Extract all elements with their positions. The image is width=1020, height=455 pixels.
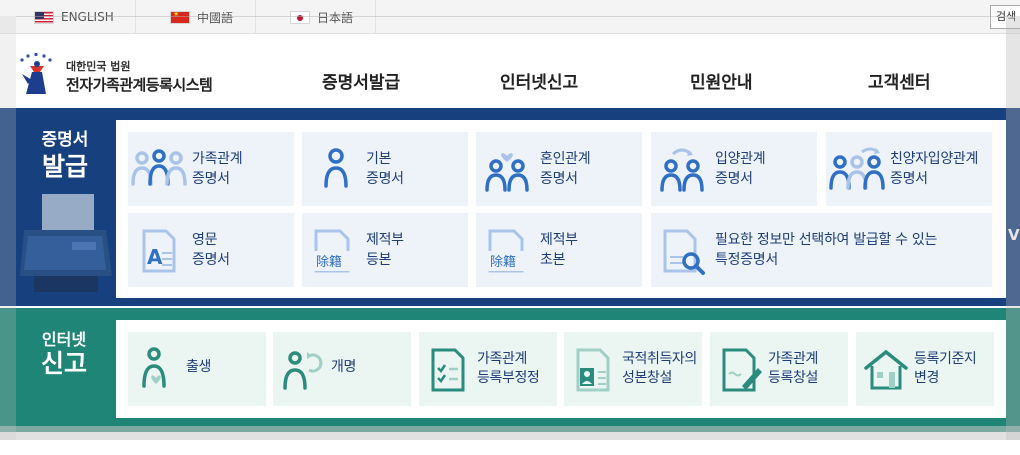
english-certificate-tile[interactable]: A 영문 증명서 <box>128 213 294 287</box>
tile-label: 친양자입양관계 증명서 <box>890 150 979 187</box>
rename-report-tile[interactable]: 개명 <box>273 332 411 406</box>
family-adoption-icon <box>829 147 885 190</box>
overlay-edge <box>0 16 16 440</box>
nav-civil-guide[interactable]: 민원안내 <box>690 68 753 93</box>
id-card-icon <box>576 348 610 392</box>
overlay-edge <box>16 16 1006 17</box>
japan-flag-icon <box>290 10 310 24</box>
tile-label: 출생 <box>186 359 211 375</box>
tile-label: 필요한 정보만 선택하여 발급할 수 있는 특정증명서 <box>715 231 938 268</box>
birth-report-tile[interactable]: 출생 <box>128 332 266 406</box>
birth-icon <box>142 347 166 388</box>
tile-label: 가족관계 증명서 <box>192 150 243 187</box>
overlay-edge <box>0 426 1020 440</box>
tile-label: 기본 증명서 <box>366 150 404 187</box>
removed-registry-icon: 除籍 <box>314 229 354 273</box>
badge-text: 除籍 <box>490 254 516 270</box>
tile-label: 개명 <box>331 359 356 375</box>
marriage-certificate-tile[interactable]: 혼인관계 증명서 <box>476 132 642 206</box>
logo-subtitle: 대한민국 법원 <box>66 60 131 73</box>
tile-label: 영문 증명서 <box>192 231 230 268</box>
registration-base-change-tile[interactable]: 등록기준지 변경 <box>856 332 994 406</box>
internet-report-panel: 출생 개명 가족관계 등록부정정 국적취득자의 성본창설 가족관계 등록창설 등… <box>116 320 1006 418</box>
site-logo[interactable]: 대한민국 법원 전자가족관계등록시스템 <box>16 52 216 98</box>
language-label: 日本語 <box>317 10 354 25</box>
adoption-icon <box>660 148 704 192</box>
english-document-icon: A <box>142 229 176 273</box>
adoption-certificate-tile[interactable]: 입양관계 증명서 <box>651 132 817 206</box>
certificate-panel: 가족관계 증명서 기본 증명서 혼인관계 증명서 입양관계 증명서 친양자입양관… <box>116 120 1006 298</box>
removed-registry-transcript-tile[interactable]: 除籍 제적부 등본 <box>302 213 468 287</box>
document-search-icon <box>663 229 705 275</box>
specific-certificate-tile[interactable]: 필요한 정보만 선택하여 발급할 수 있는 특정증명서 <box>651 213 992 287</box>
tile-label: 입양관계 증명서 <box>715 150 766 187</box>
tile-label: 혼인관계 증명서 <box>540 150 591 187</box>
house-icon <box>864 349 908 390</box>
full-adoption-certificate-tile[interactable]: 친양자입양관계 증명서 <box>826 132 992 206</box>
registry-correction-tile[interactable]: 가족관계 등록부정정 <box>419 332 557 406</box>
person-icon <box>324 148 348 188</box>
couple-heart-icon <box>485 153 529 192</box>
printer-icon <box>20 194 112 292</box>
tile-label: 국적취득자의 성본창설 <box>622 351 697 386</box>
china-flag-icon <box>170 10 190 24</box>
tile-label: 등록기준지 변경 <box>914 351 977 386</box>
tile-label: 제적부 등본 <box>366 231 404 268</box>
tile-label: 제적부 초본 <box>540 231 578 268</box>
language-chinese-link[interactable]: 中國語 <box>136 0 256 34</box>
registry-creation-tile[interactable]: 가족관계 등록창설 <box>710 332 848 406</box>
family-relation-certificate-tile[interactable]: 가족관계 증명서 <box>128 132 294 206</box>
language-bar: ENGLISH 中國語 日本語 검색 <box>0 0 1020 34</box>
language-japanese-link[interactable]: 日本語 <box>256 0 376 34</box>
tile-label: 가족관계 등록창설 <box>768 351 818 386</box>
naturalized-surname-tile[interactable]: 국적취득자의 성본창설 <box>564 332 702 406</box>
rename-icon <box>283 351 323 390</box>
nav-internet-report[interactable]: 인터넷신고 <box>500 68 578 93</box>
certificate-section-title: 증명서 발급 <box>41 130 89 182</box>
family-icon <box>131 149 187 186</box>
nav-certificate-issue[interactable]: 증명서발급 <box>322 68 400 93</box>
court-emblem-icon <box>20 52 52 94</box>
tile-label: 가족관계 등록부정정 <box>477 351 540 386</box>
internet-report-section-title: 인터넷 신고 <box>40 330 87 379</box>
removed-registry-icon: 除籍 <box>488 229 528 273</box>
us-flag-icon <box>34 10 54 24</box>
language-label: 中國語 <box>197 10 234 25</box>
basic-certificate-tile[interactable]: 기본 증명서 <box>302 132 468 206</box>
language-label: ENGLISH <box>61 10 114 24</box>
document-edit-icon <box>722 348 762 392</box>
svg-text:A: A <box>147 245 163 269</box>
removed-registry-abstract-tile[interactable]: 除籍 제적부 초본 <box>476 213 642 287</box>
checklist-icon <box>431 348 465 392</box>
overlay-edge <box>1006 16 1020 440</box>
nav-customer-center[interactable]: 고객센터 <box>868 68 931 93</box>
logo-title: 전자가족관계등록시스템 <box>66 76 213 94</box>
badge-text: 除籍 <box>316 254 342 270</box>
language-english-link[interactable]: ENGLISH <box>0 0 136 34</box>
